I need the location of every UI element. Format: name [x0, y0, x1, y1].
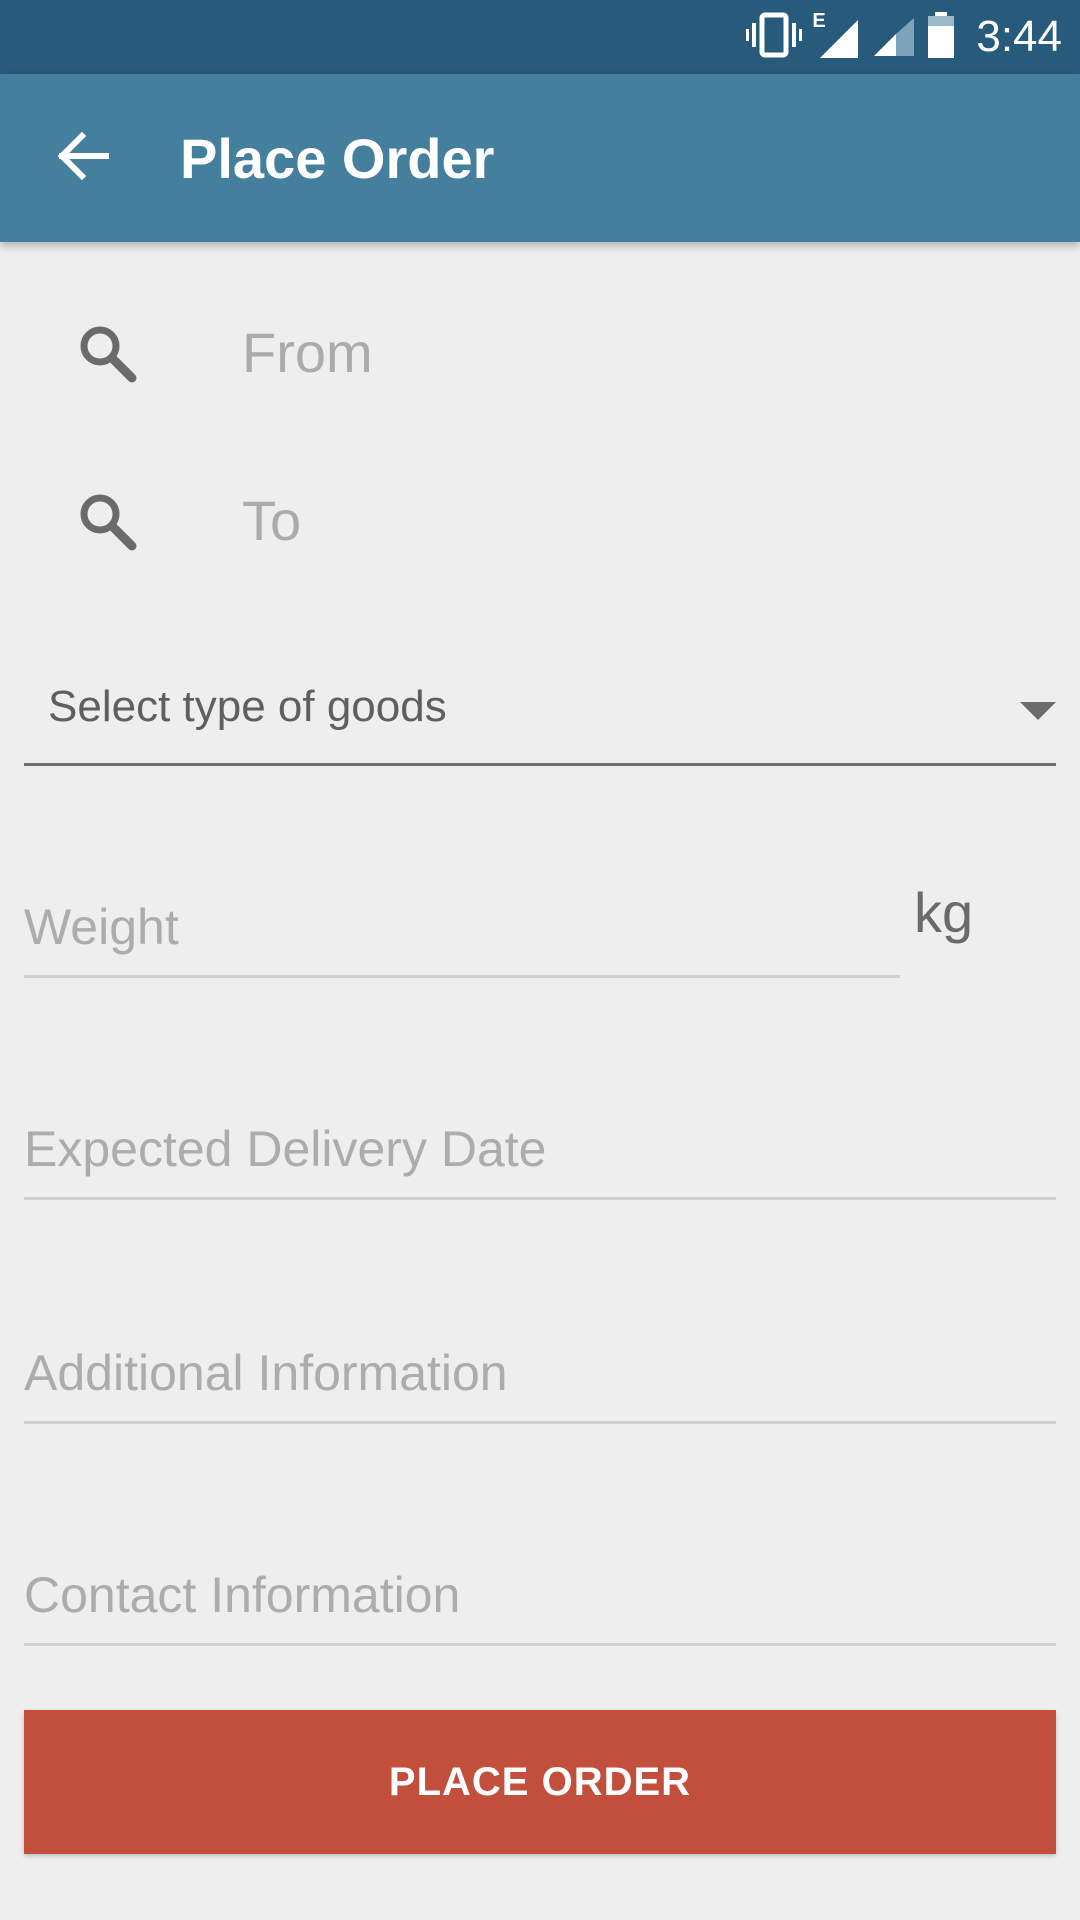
status-bar: E 3:44: [0, 0, 1080, 74]
back-button[interactable]: [40, 118, 128, 198]
status-icons: E 3:44: [746, 0, 1062, 74]
signal-icon: E: [812, 10, 862, 62]
battery-icon: [926, 10, 956, 65]
search-icon: [76, 322, 140, 386]
place-order-button[interactable]: PLACE ORDER: [24, 1710, 1056, 1854]
contact-info-field: [24, 1526, 1056, 1646]
from-input[interactable]: [240, 312, 1040, 392]
signal-icon: [872, 10, 916, 65]
page-title: Place Order: [180, 126, 495, 190]
weight-input[interactable]: [24, 887, 900, 967]
delivery-date-field: [24, 1080, 1056, 1200]
contact-info-input[interactable]: [24, 1555, 1056, 1635]
additional-info-field: [24, 1304, 1056, 1424]
dropdown-arrow-icon: [1020, 700, 1056, 722]
search-icon: [76, 490, 140, 554]
to-input[interactable]: [240, 480, 1040, 560]
app-bar: Place Order: [0, 74, 1080, 242]
vibrate-icon: [746, 11, 803, 64]
network-type-label: E: [812, 10, 826, 32]
additional-info-input[interactable]: [24, 1333, 1056, 1413]
goods-type-label: Select type of goods: [48, 682, 447, 731]
from-search-row: [0, 292, 1080, 412]
weight-field: [24, 860, 900, 978]
arrow-back-icon: [56, 128, 112, 189]
weight-unit-label: kg: [914, 881, 974, 944]
goods-type-select[interactable]: Select type of goods: [24, 660, 1056, 766]
status-time: 3:44: [976, 12, 1062, 61]
to-search-row: [0, 460, 1080, 580]
delivery-date-input[interactable]: [24, 1109, 1056, 1189]
